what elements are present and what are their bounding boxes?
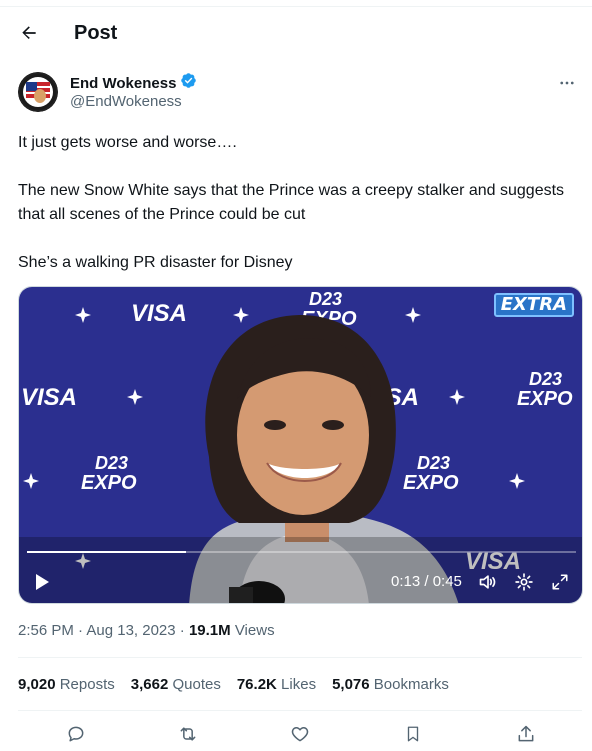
gear-icon[interactable] bbox=[513, 571, 535, 593]
verified-badge-icon bbox=[180, 72, 197, 94]
tweet-text: It just gets worse and worse…. The new S… bbox=[18, 131, 578, 275]
backdrop-d23: D23 bbox=[95, 453, 128, 473]
engagement-stats: 9,020 Reposts 3,662 Quotes 76.2K Likes 5… bbox=[18, 676, 465, 693]
backdrop-visa: VISA bbox=[21, 384, 77, 411]
share-icon[interactable] bbox=[514, 722, 538, 746]
tweet-line: It just gets worse and worse…. bbox=[18, 134, 237, 151]
video-player[interactable]: VISA D23 EXPO VISA VISA D23 EXPO D23 EXP… bbox=[18, 286, 583, 604]
post-meta: 2:56 PM · Aug 13, 2023 · 19.1M Views bbox=[18, 622, 275, 639]
ellipsis-icon[interactable] bbox=[556, 72, 578, 94]
expand-icon[interactable] bbox=[549, 571, 571, 593]
play-icon[interactable] bbox=[31, 571, 53, 593]
stat-likes[interactable]: 76.2K Likes bbox=[237, 676, 316, 693]
timestamp[interactable]: 2:56 PM · Aug 13, 2023 · bbox=[18, 622, 189, 639]
author-block: End Wokeness @EndWokeness bbox=[18, 70, 578, 116]
stat-quotes[interactable]: 3,662 Quotes bbox=[131, 676, 221, 693]
like-icon[interactable] bbox=[288, 722, 312, 746]
views-count: 19.1M bbox=[188, 622, 231, 639]
video-controls: 0:13 / 0:45 bbox=[19, 565, 582, 599]
video-time: 0:13 / 0:45 bbox=[391, 573, 462, 590]
page-title: Post bbox=[74, 22, 118, 44]
video-frame: VISA D23 EXPO VISA VISA D23 EXPO D23 EXP… bbox=[19, 287, 582, 603]
top-border bbox=[0, 0, 592, 7]
divider bbox=[18, 710, 582, 711]
page-header: Post bbox=[0, 14, 592, 54]
reply-icon[interactable] bbox=[64, 722, 88, 746]
volume-icon[interactable] bbox=[477, 571, 499, 593]
backdrop-d23: D23 bbox=[309, 289, 342, 309]
views-label: Views bbox=[230, 622, 275, 639]
stat-reposts[interactable]: 9,020 Reposts bbox=[18, 676, 115, 693]
tweet-line: The new Snow White says that the Prince … bbox=[18, 182, 565, 223]
author-name[interactable]: End Wokeness bbox=[70, 75, 176, 92]
extra-logo: EXTRA bbox=[493, 293, 574, 317]
backdrop-d23: D23 bbox=[417, 453, 450, 473]
stat-bookmarks[interactable]: 5,076 Bookmarks bbox=[332, 676, 449, 693]
bookmark-icon[interactable] bbox=[401, 722, 425, 746]
author-name-row[interactable]: End Wokeness bbox=[70, 72, 197, 94]
backdrop-expo: EXPO bbox=[517, 388, 573, 410]
backdrop-d23: D23 bbox=[529, 369, 562, 389]
avatar[interactable] bbox=[18, 72, 58, 112]
backdrop-expo: EXPO bbox=[403, 472, 459, 494]
action-bar bbox=[0, 722, 592, 748]
author-handle[interactable]: @EndWokeness bbox=[70, 93, 182, 110]
video-progress-bar[interactable] bbox=[27, 551, 576, 553]
backdrop-visa: VISA bbox=[131, 300, 187, 327]
tweet-line: She’s a walking PR disaster for Disney bbox=[18, 254, 293, 271]
divider bbox=[18, 657, 582, 658]
arrow-left-icon[interactable] bbox=[14, 18, 44, 48]
repost-icon[interactable] bbox=[176, 722, 200, 746]
video-progress-fill bbox=[27, 551, 187, 553]
backdrop-expo: EXPO bbox=[81, 472, 137, 494]
